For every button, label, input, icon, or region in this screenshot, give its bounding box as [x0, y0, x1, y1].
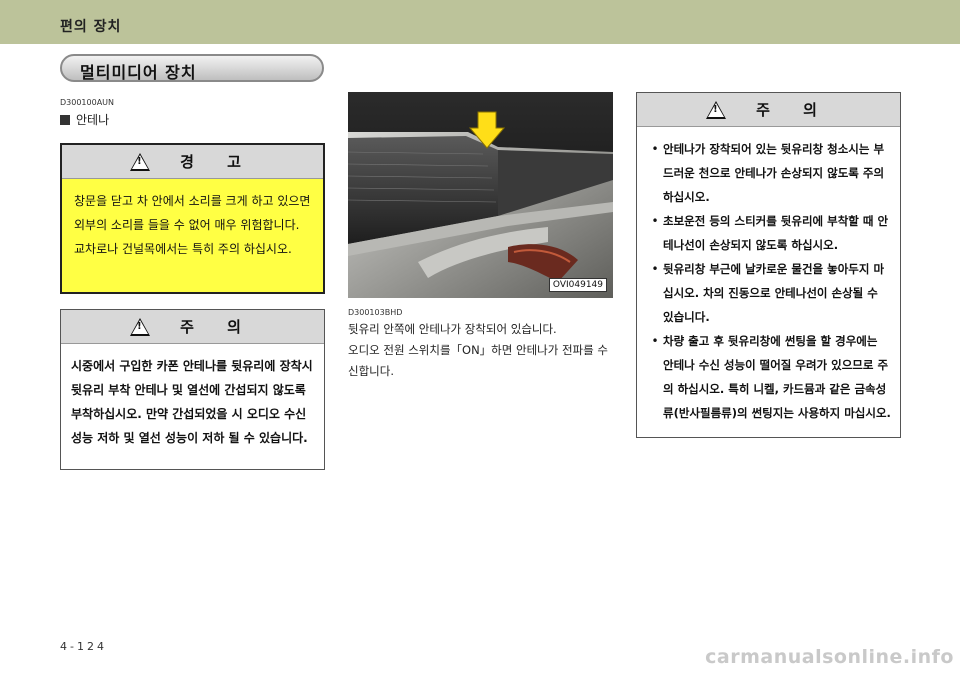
- caution-item-text: 차량 출고 후 뒷유리창에 썬팅을 할 경우에는 안테나 수신 성능이 떨어질 …: [663, 334, 891, 420]
- bullet-dot-icon: •: [651, 334, 659, 348]
- photo-reference-label: OVI049149: [548, 278, 607, 292]
- car-rear-illustration: [348, 92, 613, 298]
- caution-triangle-icon: [130, 317, 151, 336]
- chapter-title: 편의 장치: [60, 19, 122, 35]
- watermark: carmanualsonline.info: [705, 646, 954, 668]
- caution-text-left: 시중에서 구입한 카폰 안테나를 뒷유리에 장착시 뒷유리 부착 안테나 및 열…: [71, 359, 313, 445]
- caution-item: • 안테나가 장착되어 있는 뒷유리창 청소시는 부드러운 천으로 안테나가 손…: [647, 137, 892, 209]
- warning-header: 경 고: [62, 145, 323, 179]
- section-title: 멀티미디어 장치: [80, 63, 197, 82]
- caution-item-text: 안테나가 장착되어 있는 뒷유리창 청소시는 부드러운 천으로 안테나가 손상되…: [663, 142, 885, 204]
- caution-box-right: 주 의 • 안테나가 장착되어 있는 뒷유리창 청소시는 부드러운 천으로 안테…: [636, 92, 901, 438]
- bullet-dot-icon: •: [651, 142, 659, 156]
- antenna-caption: 뒷유리 안쪽에 안테나가 장착되어 있습니다. 오디오 전원 스위치를「ON」하…: [348, 319, 618, 382]
- warning-box: 경 고 창문을 닫고 차 안에서 소리를 크게 하고 있으면 외부의 소리를 들…: [60, 143, 325, 294]
- warning-text: 창문을 닫고 차 안에서 소리를 크게 하고 있으면 외부의 소리를 들을 수 …: [74, 194, 311, 256]
- caption-line: 뒷유리 안쪽에 안테나가 장착되어 있습니다.: [348, 322, 557, 336]
- caution-item-text: 초보운전 등의 스티커를 뒷유리에 부착할 때 안테나선이 손상되지 않도록 하…: [663, 214, 889, 252]
- bullet-dot-icon: •: [651, 262, 659, 276]
- header-bar: 편의 장치: [0, 0, 960, 44]
- caution-title-right: 주 의: [756, 101, 831, 119]
- antenna-heading: 안테나: [60, 111, 109, 128]
- caution-title-left: 주 의: [180, 318, 255, 336]
- warning-title: 경 고: [180, 153, 255, 171]
- rear-window-antenna-photo: OVI049149: [348, 92, 613, 298]
- section-title-pill: 멀티미디어 장치: [60, 54, 324, 82]
- caption-line: 오디오 전원 스위치를「ON」하면 안테나가 전파를 수신합니다.: [348, 343, 608, 378]
- caption-code: D300103BHD: [348, 308, 403, 317]
- antenna-heading-label: 안테나: [76, 113, 110, 127]
- caution-header-right: 주 의: [637, 93, 900, 127]
- caution-box-left: 주 의 시중에서 구입한 카폰 안테나를 뒷유리에 장착시 뒷유리 부착 안테나…: [60, 309, 325, 470]
- antenna-section-code: D300100AUN: [60, 98, 115, 107]
- square-bullet-icon: [60, 114, 70, 125]
- caution-item: • 차량 출고 후 뒷유리창에 썬팅을 할 경우에는 안테나 수신 성능이 떨어…: [647, 329, 892, 425]
- caution-item-text: 뒷유리창 부근에 날카로운 물건을 놓아두지 마십시오. 차의 진동으로 안테나…: [663, 262, 885, 324]
- caution-list-right: • 안테나가 장착되어 있는 뒷유리창 청소시는 부드러운 천으로 안테나가 손…: [647, 137, 892, 425]
- bullet-dot-icon: •: [651, 214, 659, 228]
- warning-triangle-icon: [130, 152, 151, 171]
- page-number: 4-124: [60, 640, 107, 653]
- caution-header-left: 주 의: [61, 310, 324, 344]
- caution-item: • 초보운전 등의 스티커를 뒷유리에 부착할 때 안테나선이 손상되지 않도록…: [647, 209, 892, 257]
- caution-item: • 뒷유리창 부근에 날카로운 물건을 놓아두지 마십시오. 차의 진동으로 안…: [647, 257, 892, 329]
- caution-triangle-icon: [706, 100, 727, 119]
